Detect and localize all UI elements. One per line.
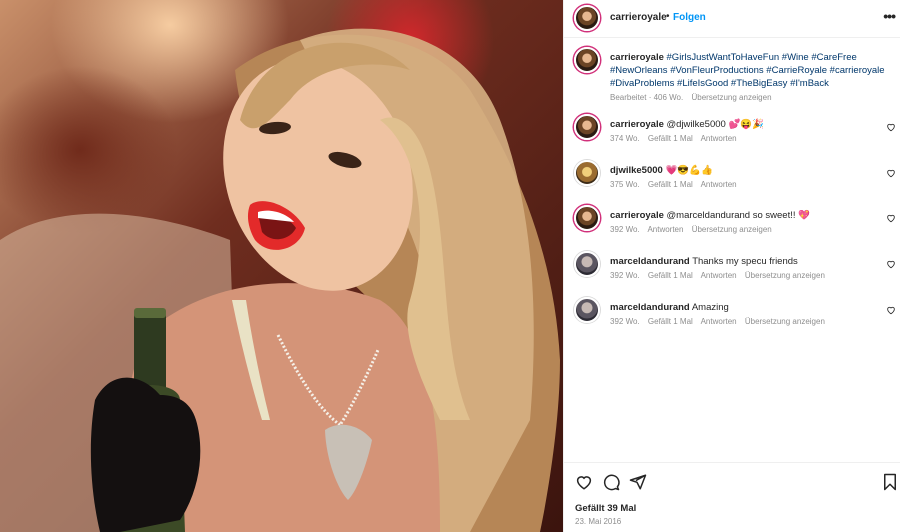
comment-item: carrieroyale @marceldandurand so sweet!!… <box>574 205 896 245</box>
comment-translate-link[interactable]: Übersetzung anzeigen <box>745 271 825 280</box>
comment-translate-link[interactable]: Übersetzung anzeigen <box>692 225 772 234</box>
comment-body: djwilke5000 💗😎💪👍 <box>610 165 713 176</box>
comment-icon[interactable] <box>602 473 620 491</box>
commenter-avatar[interactable] <box>574 297 600 323</box>
comment-meta: 392 Wo. Gefällt 1 Mal Antworten Übersetz… <box>610 271 831 280</box>
share-icon[interactable] <box>629 473 647 491</box>
commenter-avatar[interactable] <box>574 205 600 231</box>
comment-heart-icon[interactable] <box>886 259 896 269</box>
comment-body: marceldandurand Thanks my specu friends <box>610 256 798 267</box>
post-date: 23. Mai 2016 <box>575 517 622 526</box>
comment-age: 392 Wo. <box>610 317 640 326</box>
post-header: carrieroyale • Folgen ••• <box>564 0 900 38</box>
comment-item: marceldandurand Thanks my specu friends … <box>574 251 896 291</box>
commenter-avatar[interactable] <box>574 251 600 277</box>
comment-body: marceldandurand Amazing <box>610 302 729 313</box>
reply-button[interactable]: Antworten <box>701 271 737 280</box>
comment-text: Amazing <box>691 302 729 313</box>
post-photo[interactable] <box>0 0 563 532</box>
comment-text: Thanks my specu friends <box>692 256 798 267</box>
comment-age: 374 Wo. <box>610 134 640 143</box>
caption-translate-link[interactable]: Übersetzung anzeigen <box>691 93 771 102</box>
comment-heart-icon[interactable] <box>886 122 896 132</box>
comment-translate-link[interactable]: Übersetzung anzeigen <box>745 317 825 326</box>
reply-button[interactable]: Antworten <box>701 317 737 326</box>
author-avatar[interactable] <box>574 5 600 31</box>
comment-item: djwilke5000 💗😎💪👍 375 Wo. Gefällt 1 Mal A… <box>574 160 896 200</box>
likes-count[interactable]: Gefällt 39 Mal <box>575 503 636 514</box>
follow-button[interactable]: Folgen <box>673 12 706 23</box>
post-actions: Gefällt 39 Mal 23. Mai 2016 <box>564 462 900 532</box>
comment-likes[interactable]: Gefällt 1 Mal <box>648 271 693 280</box>
commenter-username[interactable]: djwilke5000 <box>610 165 663 176</box>
comment-age: 375 Wo. <box>610 180 640 189</box>
comment-age: 392 Wo. <box>610 225 640 234</box>
comment-age: 392 Wo. <box>610 271 640 280</box>
caption-text: carrieroyale #GirlsJustWantToHaveFun #Wi… <box>610 51 894 90</box>
comment-body: carrieroyale @marceldandurand so sweet!!… <box>610 210 810 221</box>
comment-item: carrieroyale @djwilke5000 💕😝🎉 374 Wo. Ge… <box>574 114 896 154</box>
author-username[interactable]: carrieroyale <box>610 12 667 23</box>
reply-button[interactable]: Antworten <box>701 134 737 143</box>
caption-meta: Bearbeitet · 406 Wo. Übersetzung anzeige… <box>610 93 778 102</box>
comment-heart-icon[interactable] <box>886 305 896 315</box>
comment-meta: 375 Wo. Gefällt 1 Mal Antworten <box>610 180 743 189</box>
heart-icon[interactable] <box>575 473 593 491</box>
comment-heart-icon[interactable] <box>886 168 896 178</box>
header-separator: • <box>666 11 670 22</box>
commenter-username[interactable]: marceldandurand <box>610 302 690 313</box>
bookmark-icon[interactable] <box>881 473 899 491</box>
comment-heart-icon[interactable] <box>886 213 896 223</box>
comment-meta: 392 Wo. Antworten Übersetzung anzeigen <box>610 225 778 234</box>
post-side-panel: carrieroyale • Folgen ••• carrieroyale #… <box>563 0 900 532</box>
comment-item: marceldandurand Amazing 392 Wo. Gefällt … <box>574 297 896 337</box>
comment-meta: 392 Wo. Gefällt 1 Mal Antworten Übersetz… <box>610 317 831 326</box>
commenter-username[interactable]: marceldandurand <box>610 256 690 267</box>
reply-button[interactable]: Antworten <box>647 225 683 234</box>
commenter-avatar[interactable] <box>574 114 600 140</box>
comment-text: @marceldandurand so sweet!! 💖 <box>666 210 810 221</box>
photo-illustration <box>0 28 560 532</box>
commenter-username[interactable]: carrieroyale <box>610 210 664 221</box>
comment-likes[interactable]: Gefällt 1 Mal <box>648 317 693 326</box>
comment-text: 💗😎💪👍 <box>665 165 713 176</box>
comment-meta: 374 Wo. Gefällt 1 Mal Antworten <box>610 134 743 143</box>
commenter-username[interactable]: carrieroyale <box>610 119 664 130</box>
comment-body: carrieroyale @djwilke5000 💕😝🎉 <box>610 119 764 130</box>
commenter-avatar[interactable] <box>574 160 600 186</box>
caption-edited: Bearbeitet · 406 Wo. <box>610 93 684 102</box>
comment-text: @djwilke5000 💕😝🎉 <box>666 119 764 130</box>
more-icon[interactable]: ••• <box>883 8 896 24</box>
reply-button[interactable]: Antworten <box>701 180 737 189</box>
comment-likes[interactable]: Gefällt 1 Mal <box>648 134 693 143</box>
caption-avatar[interactable] <box>574 47 600 73</box>
comment-likes[interactable]: Gefällt 1 Mal <box>648 180 693 189</box>
caption-username[interactable]: carrieroyale <box>610 52 664 63</box>
